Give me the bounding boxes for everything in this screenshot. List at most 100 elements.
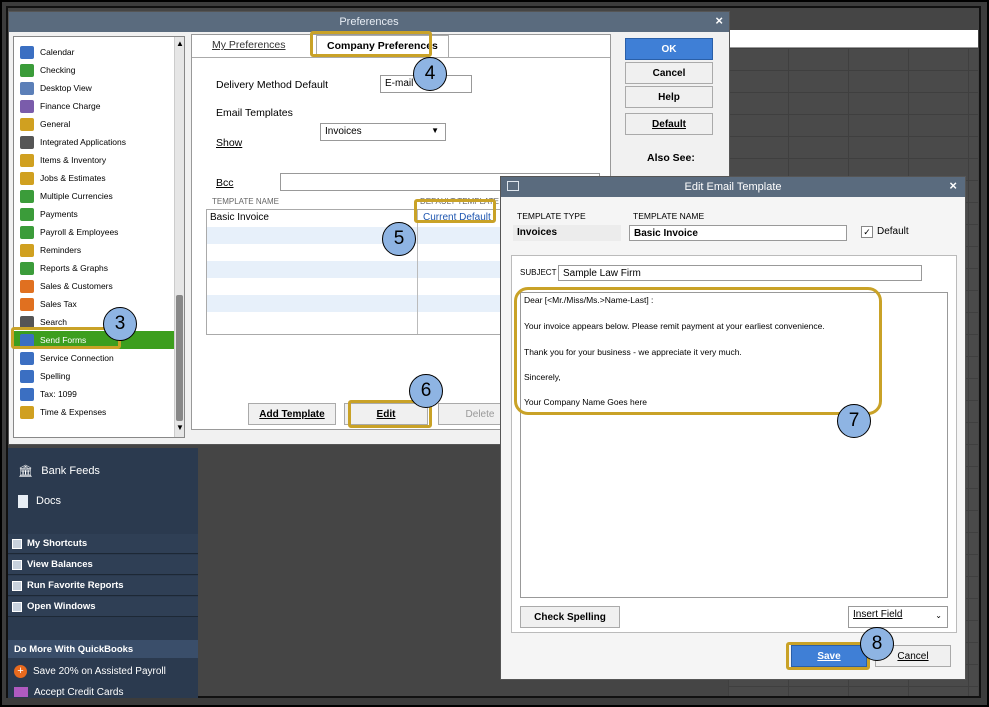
left-navigation: 🏛 Bank Feeds Docs My Shortcuts View Bala…	[8, 448, 198, 698]
nav-my-shortcuts[interactable]: My Shortcuts	[8, 534, 198, 554]
bcc-label: Bcc	[216, 177, 234, 189]
tab-my-preferences[interactable]: My Preferences	[202, 35, 296, 57]
template-type-label: TEMPLATE TYPE	[517, 211, 586, 221]
template-name-input[interactable]: Basic Invoice	[629, 225, 847, 241]
windows-icon	[12, 601, 22, 612]
jobs-icon	[20, 171, 34, 185]
default-checkbox-label: Default	[877, 226, 909, 237]
window-menu-icon[interactable]	[507, 181, 519, 191]
callout-7: 7	[837, 404, 871, 438]
delivery-method-value: E-mail	[385, 78, 414, 89]
sales-icon	[20, 279, 34, 293]
template-name-value: Basic Invoice	[634, 228, 698, 239]
sidebar-item[interactable]: Finance Charge	[14, 97, 174, 115]
nav-run-favorite-reports[interactable]: Run Favorite Reports	[8, 576, 198, 596]
nav-docs[interactable]: Docs	[8, 486, 198, 516]
plus-icon: +	[14, 664, 27, 678]
col-template-name: TEMPLATE NAME	[212, 197, 279, 206]
sidebar-item-label: Payments	[40, 209, 78, 219]
sidebar-item[interactable]: Payroll & Employees	[14, 223, 174, 241]
sidebar-item[interactable]: Calendar	[14, 43, 174, 61]
email-templates-label: Email Templates	[216, 107, 293, 119]
sidebar-item[interactable]: Checking	[14, 61, 174, 79]
credit-card-icon	[14, 687, 28, 697]
bank-icon: 🏛	[18, 464, 34, 478]
sidebar-item[interactable]: Time & Expenses	[14, 403, 174, 421]
integrated-apps-icon	[20, 135, 34, 149]
preferences-category-list: Calendar Checking Desktop View Finance Char…	[13, 36, 185, 438]
scroll-up-icon[interactable]: ▲	[176, 39, 184, 48]
nav-view-balances[interactable]: View Balances	[8, 555, 198, 575]
close-icon[interactable]: ×	[949, 178, 957, 193]
tab-my-label: My Preferences	[212, 39, 286, 51]
toolbar-strip	[728, 30, 978, 48]
sidebar-item-label: Spelling	[40, 371, 71, 381]
promo-assisted-payroll[interactable]: + Save 20% on Assisted Payroll	[8, 661, 198, 681]
subject-value: Sample Law Firm	[563, 268, 641, 279]
callout-3: 3	[103, 307, 137, 341]
show-label: Show	[216, 137, 243, 149]
promo-credit-cards[interactable]: Accept Credit Cards	[8, 682, 198, 702]
nav-open-windows-label: Open Windows	[27, 601, 96, 612]
sidebar-item[interactable]: Items & Inventory	[14, 151, 174, 169]
sidebar-item-label: Integrated Applications	[40, 137, 127, 147]
close-icon[interactable]: ×	[715, 13, 723, 28]
nav-bank-feeds[interactable]: 🏛 Bank Feeds	[8, 456, 198, 486]
sidebar-item[interactable]: Jobs & Estimates	[14, 169, 174, 187]
show-select[interactable]: Invoices ▼	[320, 123, 446, 141]
callout-5: 5	[382, 222, 416, 256]
sidebar-item-label: Items & Inventory	[40, 155, 107, 165]
default-checkbox[interactable]: ✓	[861, 226, 873, 238]
sidebar-item[interactable]: Spelling	[14, 367, 174, 385]
add-template-button[interactable]: Add Template	[248, 403, 336, 425]
insert-field-select[interactable]: Insert Field ⌄	[848, 606, 948, 628]
sidebar-item[interactable]: Reports & Graphs	[14, 259, 174, 277]
sidebar-item[interactable]: Service Connection	[14, 349, 174, 367]
sidebar-item[interactable]: Sales Tax	[14, 295, 174, 313]
insert-field-label: Insert Field	[853, 609, 903, 620]
checkmark-icon: ✓	[863, 227, 871, 237]
do-more-header: Do More With QuickBooks	[8, 640, 198, 658]
spelling-icon	[20, 369, 34, 383]
payroll-icon	[20, 225, 34, 239]
scroll-down-icon[interactable]: ▼	[176, 423, 184, 432]
sidebar-item-label: Reports & Graphs	[40, 263, 109, 273]
sidebar-item[interactable]: General	[14, 115, 174, 133]
sidebar-item[interactable]: Reminders	[14, 241, 174, 259]
reminders-icon	[20, 243, 34, 257]
sidebar-item[interactable]: Desktop View	[14, 79, 174, 97]
payments-icon	[20, 207, 34, 221]
sidebar-item-label: Multiple Currencies	[40, 191, 113, 201]
preferences-title: Preferences	[9, 12, 729, 32]
show-value: Invoices	[325, 126, 362, 137]
sidebar-item-label: Reminders	[40, 245, 82, 255]
sidebar-item-label: Tax: 1099	[40, 389, 77, 399]
nav-docs-label: Docs	[36, 495, 62, 507]
sidebar-item-label: Desktop View	[40, 83, 92, 93]
help-button[interactable]: Help	[625, 86, 713, 108]
default-button[interactable]: Default	[625, 113, 713, 135]
sidebar-item[interactable]: Multiple Currencies	[14, 187, 174, 205]
check-spelling-button[interactable]: Check Spelling	[520, 606, 620, 628]
subject-input[interactable]: Sample Law Firm	[558, 265, 922, 281]
nav-open-windows[interactable]: Open Windows	[8, 597, 198, 617]
template-type-value: Invoices	[513, 225, 621, 241]
row-template-name: Basic Invoice	[210, 212, 269, 223]
ok-button[interactable]: OK	[625, 38, 713, 60]
sidebar-item-label: Sales & Customers	[40, 281, 113, 291]
sidebar-item[interactable]: Tax: 1099	[14, 385, 174, 403]
sidebar-item[interactable]: Sales & Customers	[14, 277, 174, 295]
finance-charge-icon	[20, 99, 34, 113]
sidebar-item[interactable]: Integrated Applications	[14, 133, 174, 151]
sidebar-item[interactable]: Payments	[14, 205, 174, 223]
category-scrollbar[interactable]: ▲ ▼	[174, 37, 184, 437]
tab-divider	[192, 57, 610, 58]
sidebar-item-label: Finance Charge	[40, 101, 101, 111]
cancel-button[interactable]: Cancel	[625, 62, 713, 84]
currencies-icon	[20, 189, 34, 203]
scroll-thumb[interactable]	[176, 295, 183, 421]
sidebar-item-label: Time & Expenses	[40, 407, 107, 417]
chevron-down-icon: ⌄	[935, 611, 942, 620]
subject-label: SUBJECT	[520, 268, 557, 277]
sidebar-item-label: Jobs & Estimates	[40, 173, 106, 183]
